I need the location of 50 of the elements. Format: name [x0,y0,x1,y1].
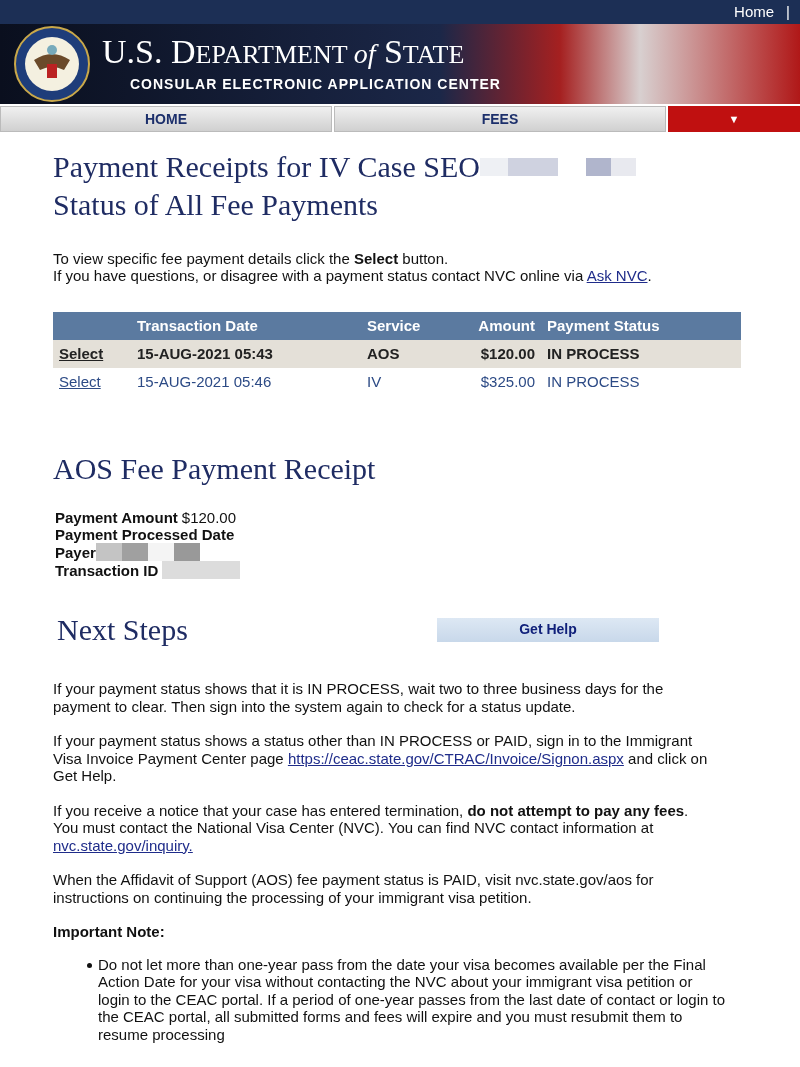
table-cell: $120.00 [480,344,535,362]
field-label: Payment Processed Date [55,526,235,543]
table-cell: IN PROCESS [547,344,640,362]
bullet-icon [87,962,92,968]
redaction-block [95,543,122,561]
table-cell: AOS [367,344,400,362]
field-value: $120.00 [181,509,237,526]
redaction-block [585,158,611,176]
select-link[interactable]: Select [59,344,104,362]
table-cell: $325.00 [480,372,535,390]
ask-nvc-link[interactable]: Ask NVC [586,267,648,284]
dropdown-tab[interactable]: ▼ [668,106,800,132]
separator: | [786,1,790,22]
column-header: Transaction Date [137,316,258,334]
banner-subtitle: CONSULAR ELECTRONIC APPLICATION CENTER [129,75,501,94]
nav-tab[interactable]: FEES [334,106,666,132]
column-header: Service [367,316,421,334]
table-cell: 15-AUG-2021 05:46 [137,372,272,390]
page-subtitle: Status of All Fee Payments [53,187,379,223]
select-link[interactable]: Select [59,372,101,390]
bullet-text: Do not let more than one-year pass from the date your visa becomes available per the Final Action Date for your visa without contacting the NVC about your immigrant visa petition or login to the CEAC portal. If a period of one-year passes from the last date of contact or login to the CEAC portal, all submitted forms and fees will expire and you must resubmit them to resume processing [98,955,726,1043]
web-link[interactable]: nvc.state.gov/inquiry. [53,836,193,854]
paragraph: If your payment status shows that it is IN PROCESS, wait two to three business days for the payment to clear. Then sign into the system again to check for a status update. [53,680,665,715]
table-row[interactable]: Select 15-AUG-2021 05:46 IV $325.00 IN PROCESS [53,368,741,396]
column-header: Amount [478,316,535,334]
web-link[interactable]: https://ceac.state.gov/CTRAC/Invoice/Signon.aspx [287,749,624,767]
nav-tab[interactable]: HOME [0,106,332,132]
redaction-block [610,158,636,176]
home-link[interactable]: Home [734,0,775,24]
intro-text: To view specific fee payment details click the Select button. [53,250,450,267]
page-title: Payment Receipts for IV Case SEO [53,149,480,185]
banner-title: U.S. DEPARTMENT of STATE [102,33,466,72]
table-cell: 15-AUG-2021 05:43 [137,344,273,362]
table-cell: IN PROCESS [547,372,640,390]
paragraph: If you receive a notice that your case has entered termination, do not attempt to pay any fees. You must contact the National Visa Center (NVC). You can find NVC contact information at nvc.state.gov/inquiry. [53,801,690,854]
table-cell: IV [367,372,382,390]
seal-icon [14,26,90,102]
get-help-button[interactable]: Get Help [437,617,659,642]
next-steps-title: Next Steps [57,612,189,648]
field-label: Payer [55,543,96,561]
paragraph: When the Affidavit of Support (AOS) fee payment status is PAID, visit nvc.state.gov/aos for instructions on continuing the processing of your immigrant visa petition. [53,871,655,906]
column-header: Payment Status [547,316,660,334]
note-title: Important Note: [53,923,166,941]
intro-text: If you have questions, or disagree with a payment status contact NVC online via Ask NVC. [53,267,653,284]
field-label: Payment Amount [55,509,178,526]
paragraph: If your payment status shows a status other than IN PROCESS or PAID, sign in to the Immigrant Visa Invoice Payment Center page https://ceac.state.gov/CTRAC/Invoice/Signon.aspx and click on Get Help. [53,732,709,785]
receipt-title: AOS Fee Payment Receipt [53,451,377,487]
field-label: Transaction ID [55,561,159,579]
table-row[interactable]: Select 15-AUG-2021 05:43 AOS $120.00 IN PROCESS [53,340,741,368]
redaction-block [121,543,148,561]
